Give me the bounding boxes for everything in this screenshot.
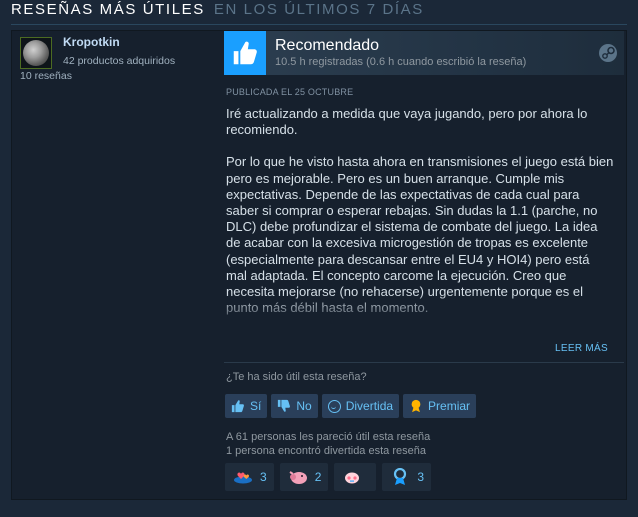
avatar[interactable] — [20, 37, 52, 69]
blush-award-icon — [345, 472, 360, 484]
award-medal-icon — [411, 399, 421, 413]
award-item[interactable]: 2 — [279, 463, 329, 491]
helpful-stat: A 61 personas les pareció útil esta rese… — [226, 431, 431, 443]
thumbs-down-icon — [278, 399, 291, 412]
vote-funny-button[interactable]: Divertida — [321, 394, 400, 418]
thumbs-up-icon — [231, 400, 244, 413]
section-title-main: Reseñas más útiles — [11, 1, 205, 18]
funny-stat: 1 persona encontró divertida esta reseña — [226, 445, 426, 457]
section-title: Reseñas más útiles En los últimos 7 días — [11, 1, 424, 18]
smiley-icon — [327, 399, 341, 413]
vote-no-label: No — [296, 399, 312, 413]
award-count: 3 — [417, 470, 425, 484]
recommendation-header[interactable]: Recomendado 10.5 h registradas (0.6 h cu… — [224, 31, 624, 75]
hearts-award-icon — [234, 472, 252, 484]
thumbs-up-icon — [224, 31, 266, 75]
vote-yes-button[interactable]: Sí — [225, 394, 268, 418]
reviewer-products[interactable]: 42 productos adquiridos — [63, 55, 175, 67]
read-more-link[interactable]: Leer más — [555, 343, 608, 354]
reviewer-review-count[interactable]: 10 reseñas — [20, 70, 72, 82]
vote-buttons: Sí No Divertida Premiar — [225, 394, 477, 418]
award-item[interactable]: 3 — [225, 463, 274, 491]
awards-row: 3 2 3 — [225, 463, 432, 491]
text-fade — [224, 293, 624, 329]
reviewer-name[interactable]: Kropotkin — [63, 35, 120, 49]
helpful-question: ¿Te ha sido útil esta reseña? — [226, 371, 367, 383]
review-content: Recomendado 10.5 h registradas (0.6 h cu… — [224, 31, 624, 499]
review-stats: A 61 personas les pareció útil esta rese… — [226, 430, 430, 458]
posted-date: Publicada el 25 octubre — [226, 87, 354, 97]
review-card: Kropotkin 42 productos adquiridos 10 res… — [11, 30, 627, 500]
medal-award-icon — [394, 468, 407, 485]
review-paragraph: Iré actualizando a medida que vaya jugan… — [226, 106, 588, 138]
vote-funny-label: Divertida — [345, 399, 394, 413]
award-item[interactable]: 3 — [382, 463, 432, 491]
feedback-divider — [224, 362, 624, 363]
award-label: Premiar — [428, 399, 471, 413]
moon-avatar-icon — [23, 40, 49, 66]
award-button[interactable]: Premiar — [403, 394, 477, 418]
hours-played: 10.5 h registradas (0.6 h cuando escribi… — [275, 56, 527, 68]
vote-yes-label: Sí — [250, 399, 262, 413]
vote-no-button[interactable]: No — [271, 394, 318, 418]
steam-icon — [599, 44, 617, 62]
award-count: 2 — [314, 470, 322, 484]
award-item[interactable] — [334, 463, 377, 491]
section-title-sub: En los últimos 7 días — [213, 1, 424, 18]
title-divider — [11, 24, 627, 25]
reviewer-panel: Kropotkin 42 productos adquiridos 10 res… — [12, 31, 212, 499]
recommendation-title: Recomendado — [275, 37, 380, 54]
award-count: 3 — [260, 470, 267, 484]
pig-award-icon — [289, 471, 307, 484]
